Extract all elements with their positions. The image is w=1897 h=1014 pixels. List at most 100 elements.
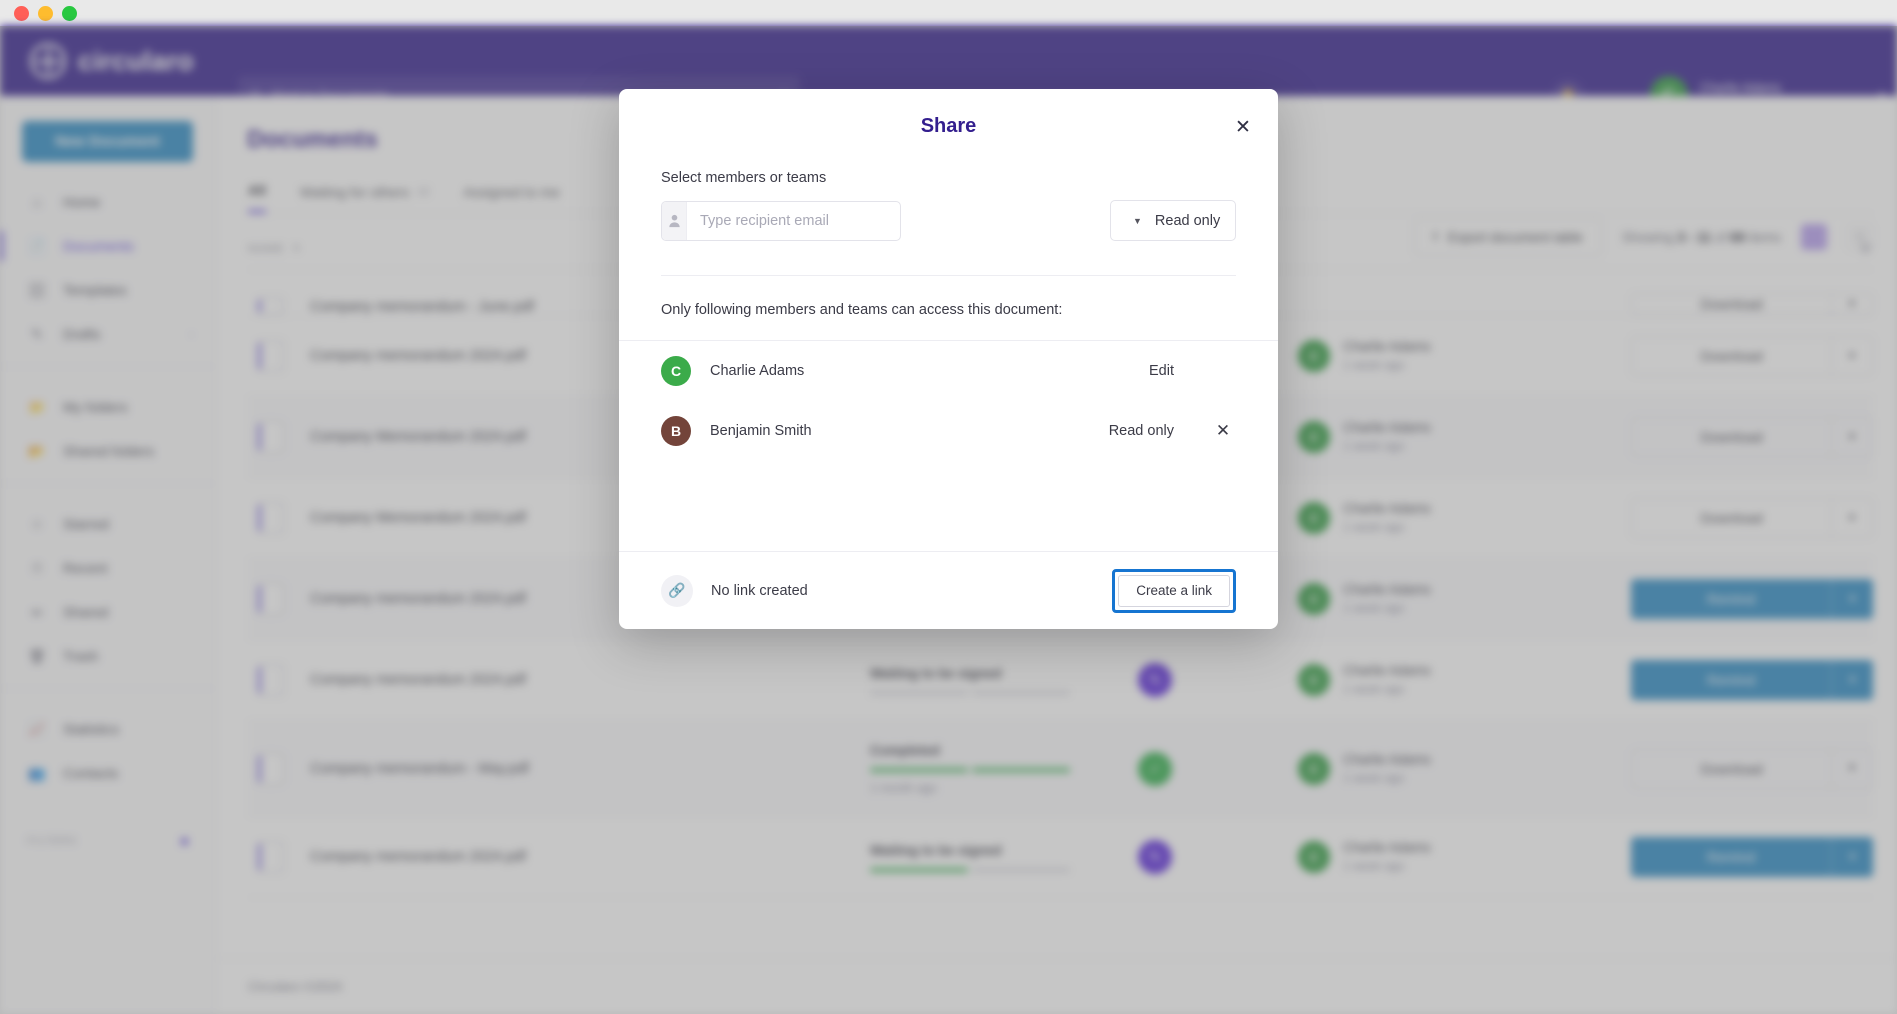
status-text: Completed xyxy=(870,743,1138,758)
owner-timestamp: 1 week ago xyxy=(1343,439,1404,453)
search-input[interactable] xyxy=(687,202,900,240)
permission-selected-label: Read only xyxy=(1155,213,1220,229)
member-row[interactable]: B Benjamin Smith Read only ✕ xyxy=(619,401,1278,461)
download-button[interactable]: Download xyxy=(1631,293,1831,315)
sidebar-item-label: Trash xyxy=(63,648,98,664)
window-minimize-button[interactable] xyxy=(38,6,53,21)
remind-button[interactable]: Remind xyxy=(1631,837,1831,877)
table-row[interactable]: Company memorandum 2024.pdf Waiting to b… xyxy=(248,640,1873,721)
remind-button[interactable]: Remind xyxy=(1631,579,1831,619)
row-actions-chevron-down-icon[interactable]: ▼ xyxy=(1831,749,1873,789)
row-actions-chevron-down-icon[interactable]: ▼ xyxy=(1831,417,1873,457)
row-actions-chevron-down-icon[interactable]: ▼ xyxy=(1831,660,1873,700)
table-row[interactable]: Company memorandum 2024.pdf Waiting to b… xyxy=(248,817,1873,898)
sidebar-item-documents[interactable]: 📄 Documents xyxy=(0,224,215,268)
row-actions-chevron-down-icon[interactable]: ▼ xyxy=(1831,293,1873,315)
row-actions: Remind ▼ xyxy=(1631,837,1873,877)
footer: Circularo ©2024 xyxy=(216,958,1897,1014)
create-link-button[interactable]: Create a link xyxy=(1118,575,1230,607)
status-text: Waiting to be signed xyxy=(870,843,1138,858)
table-row[interactable]: Company memorandum - May.pdf Completed 1… xyxy=(248,721,1873,817)
showing-prefix: Showing xyxy=(1622,230,1678,245)
row-actions: Download ▼ xyxy=(1631,336,1873,376)
sidebar-item-shared[interactable]: ⇚ Shared xyxy=(0,590,215,634)
remind-button[interactable]: Remind xyxy=(1631,660,1831,700)
download-button[interactable]: Download xyxy=(1631,498,1831,538)
sidebar-item-home[interactable]: ⌂ Home xyxy=(0,180,215,224)
create-link-focus-ring: Create a link xyxy=(1112,569,1236,613)
status-cell: Completed 1 month ago xyxy=(870,743,1138,795)
sidebar-item-label: Statistics xyxy=(63,721,119,737)
sidebar-item-drafts[interactable]: ✎ Drafts › xyxy=(0,312,215,356)
link-status-text: No link created xyxy=(711,583,808,599)
select-members-row: ▼ Read only xyxy=(661,200,1236,241)
status-cell: Waiting to be signed xyxy=(870,666,1138,695)
download-button[interactable]: Download xyxy=(1631,417,1831,457)
export-label: Export document table xyxy=(1448,230,1583,245)
close-icon[interactable]: ✕ xyxy=(1230,114,1256,140)
download-button[interactable]: Download xyxy=(1631,336,1831,376)
clock-icon: ⏱ xyxy=(27,558,47,578)
tab-all[interactable]: All xyxy=(248,182,266,213)
owner-timestamp: 1 week ago xyxy=(1343,601,1404,615)
tab-label: All xyxy=(248,182,266,198)
share-icon: ⇚ xyxy=(27,602,47,622)
table-toolbar: ⭳ Export document table Showing 3 - 11 o… xyxy=(1414,218,1873,256)
sidebar-item-shared-folders[interactable]: 📂 Shared folders xyxy=(0,429,215,473)
list-view-toggle[interactable]: ☷ xyxy=(1847,224,1873,250)
chevron-down-icon: ▼ xyxy=(1133,216,1142,226)
sidebar-item-recent[interactable]: ⏱ Recent xyxy=(0,546,215,590)
sidebar-item-label: Drafts xyxy=(63,326,100,342)
member-row[interactable]: C Charlie Adams Edit ✕ xyxy=(619,341,1278,401)
row-actions-chevron-down-icon[interactable]: ▼ xyxy=(1831,579,1873,619)
row-actions: Remind ▼ xyxy=(1631,660,1873,700)
chevron-right-icon[interactable]: › xyxy=(190,329,193,339)
remove-member-icon[interactable]: ✕ xyxy=(1210,421,1236,441)
grid-view-toggle[interactable] xyxy=(1801,224,1827,250)
file-name: Company memorandum - May.pdf xyxy=(310,761,870,777)
sidebar-item-label: Starred xyxy=(63,516,109,532)
folder-icon: 📁 xyxy=(27,397,47,417)
showing-items-count: Showing 3 - 11 of 69 items xyxy=(1622,230,1781,245)
shared-folder-icon: 📂 xyxy=(27,441,47,461)
sort-icon[interactable]: ⇅ xyxy=(293,243,302,254)
sidebar: New Document ⌂ Home 📄 Documents 🗄 Templa… xyxy=(0,96,216,1014)
export-document-table-button[interactable]: ⭳ Export document table xyxy=(1414,218,1602,256)
column-header-name-label: NAME xyxy=(248,243,285,255)
member-permission[interactable]: Edit xyxy=(1149,363,1174,379)
row-actions-chevron-down-icon[interactable]: ▼ xyxy=(1831,498,1873,538)
avatar: C xyxy=(1298,340,1330,372)
file-icon xyxy=(258,583,284,615)
sidebar-filters-section[interactable]: FILTERS xyxy=(0,819,215,863)
tab-label: Assigned to me xyxy=(463,184,560,200)
progress-bar xyxy=(870,691,1070,695)
recipient-field-wrapper[interactable] xyxy=(661,201,901,241)
sidebar-item-trash[interactable]: 🗑 Trash xyxy=(0,634,215,678)
sidebar-item-starred[interactable]: ☆ Starred xyxy=(0,502,215,546)
progress-bar xyxy=(870,868,1070,872)
tab-assigned-to-me[interactable]: Assigned to me xyxy=(463,182,560,213)
member-permission[interactable]: Read only xyxy=(1109,423,1174,439)
owner-timestamp: 1 week ago xyxy=(1343,520,1404,534)
tab-waiting-for-others[interactable]: Waiting for others 12 xyxy=(300,182,429,213)
app-logo[interactable]: circularo xyxy=(30,43,210,79)
permission-dropdown[interactable]: ▼ Read only xyxy=(1110,200,1236,241)
sidebar-item-contacts[interactable]: 👥 Contacts xyxy=(0,751,215,795)
row-actions-chevron-down-icon[interactable]: ▼ xyxy=(1831,336,1873,376)
trash-icon: 🗑 xyxy=(27,646,47,666)
window-close-button[interactable] xyxy=(14,6,29,21)
new-document-button[interactable]: New Document xyxy=(22,121,193,162)
window-title-bar xyxy=(0,0,1897,26)
row-actions-chevron-down-icon[interactable]: ▼ xyxy=(1831,837,1873,877)
avatar: C xyxy=(661,356,691,386)
sidebar-item-templates[interactable]: 🗄 Templates xyxy=(0,268,215,312)
owner-cell: C Charlie Adams 1 week ago xyxy=(1298,419,1548,455)
sidebar-item-my-folders[interactable]: 📁 My folders xyxy=(0,385,215,429)
row-actions: Remind ▼ xyxy=(1631,579,1873,619)
sidebar-item-statistics[interactable]: 📈 Statistics xyxy=(0,707,215,751)
row-actions: Download ▼ xyxy=(1631,749,1873,789)
owner-name: Charlie Adams xyxy=(1343,582,1431,597)
download-button[interactable]: Download xyxy=(1631,749,1831,789)
window-maximize-button[interactable] xyxy=(62,6,77,21)
template-icon: 🗄 xyxy=(27,280,47,300)
